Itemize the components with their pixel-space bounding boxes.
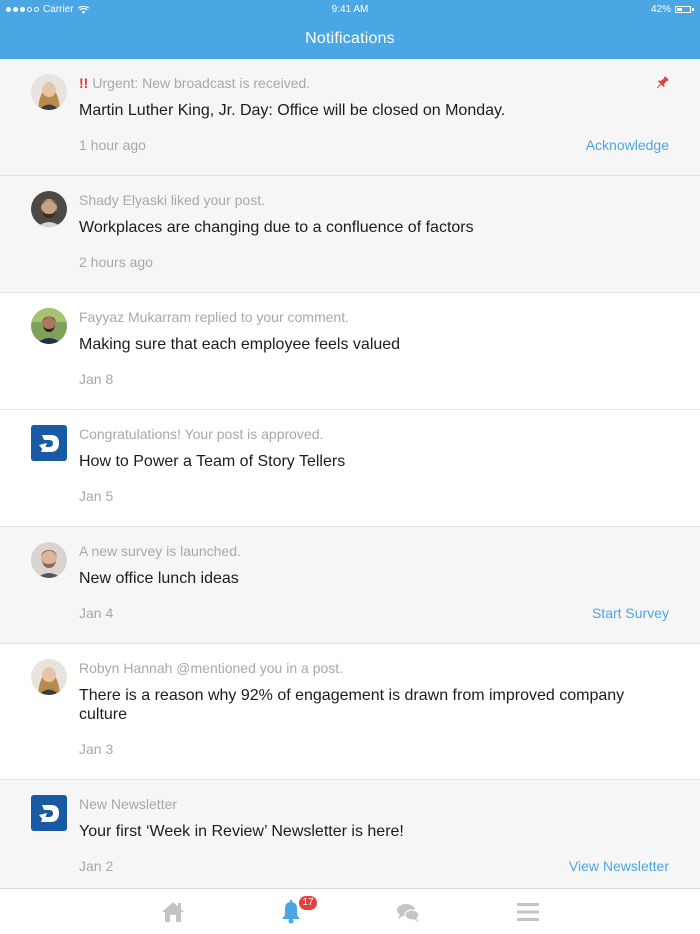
battery-tip <box>692 8 694 11</box>
avatar <box>31 542 67 578</box>
notification-meta: Fayyaz Mukarram replied to your comment. <box>79 309 349 325</box>
avatar <box>31 191 67 227</box>
notification-meta: Congratulations! Your post is approved. <box>79 426 324 442</box>
notification-headline: How to Power a Team of Story Tellers <box>79 453 346 470</box>
app-logo-icon <box>31 795 67 831</box>
acknowledge-button[interactable]: Acknowledge <box>586 137 669 153</box>
chat-icon[interactable] <box>395 899 421 925</box>
page-title: Notifications <box>305 30 395 47</box>
notification-item-like[interactable]: Shady Elyaski liked your post. Workplace… <box>0 176 700 293</box>
meta-text: Urgent: New broadcast is received. <box>92 75 311 91</box>
status-bar: Carrier 9:41 AM 42% <box>0 0 700 18</box>
notification-headline: Your first ‘Week in Review’ Newsletter i… <box>79 823 404 840</box>
avatar <box>31 659 67 695</box>
avatar-woman-icon <box>31 74 67 110</box>
header-bar: Carrier 9:41 AM 42% Notifications <box>0 0 700 59</box>
notification-time: Jan 8 <box>79 371 114 387</box>
avatar <box>31 74 67 110</box>
avatar-woman-icon <box>31 659 67 695</box>
app-logo-icon <box>31 425 67 461</box>
avatar <box>31 795 67 831</box>
menu-icon[interactable] <box>515 899 541 925</box>
notification-headline: There is a reason why 92% of engagement … <box>79 687 625 723</box>
notification-headline: Workplaces are changing due to a conflue… <box>79 219 474 236</box>
notification-headline: Martin Luther King, Jr. Day: Office will… <box>79 102 506 119</box>
avatar <box>31 308 67 344</box>
avatar <box>31 425 67 461</box>
notification-item-approved[interactable]: Congratulations! Your post is approved. … <box>0 410 700 527</box>
tab-bar: 17 <box>0 888 700 934</box>
avatar-man-icon <box>31 191 67 227</box>
notification-list: !! Urgent: New broadcast is received. Mar… <box>0 59 700 891</box>
notification-headline: New office lunch ideas <box>79 570 239 587</box>
avatar-man-smile-icon <box>31 542 67 578</box>
battery-icon <box>675 6 691 13</box>
notification-time: Jan 4 <box>79 605 114 621</box>
notification-meta: !! Urgent: New broadcast is received. <box>79 75 310 91</box>
battery-percent: 42% <box>650 4 671 15</box>
notification-item-newsletter[interactable]: New Newsletter Your first ‘Week in Revie… <box>0 780 700 891</box>
view-newsletter-button[interactable]: View Newsletter <box>569 858 669 874</box>
status-time: 9:41 AM <box>331 4 369 15</box>
notification-time: Jan 3 <box>79 741 114 757</box>
pin-icon[interactable] <box>654 75 670 91</box>
status-right: 42% <box>651 4 694 15</box>
notification-item-survey[interactable]: A new survey is launched. New office lun… <box>0 527 700 644</box>
notification-time: 2 hours ago <box>79 254 153 270</box>
notification-item-reply[interactable]: Fayyaz Mukarram replied to your comment.… <box>0 293 700 410</box>
avatar-man-outdoor-icon <box>31 308 67 344</box>
notification-time: Jan 5 <box>79 488 114 504</box>
notification-time: Jan 2 <box>79 858 114 874</box>
notification-badge: 17 <box>299 896 317 910</box>
notification-headline: Making sure that each employee feels val… <box>79 336 401 353</box>
notification-meta: A new survey is launched. <box>79 543 241 559</box>
notification-time: 1 hour ago <box>79 137 146 153</box>
urgent-marker: !! <box>79 75 89 91</box>
home-icon[interactable] <box>160 899 186 925</box>
start-survey-button[interactable]: Start Survey <box>592 605 669 621</box>
notifications-screen: Carrier 9:41 AM 42% Notifications !! Urg… <box>0 0 700 934</box>
notification-meta: Shady Elyaski liked your post. <box>79 192 265 208</box>
notification-meta: Robyn Hannah @mentioned you in a post. <box>79 660 344 676</box>
notification-item-urgent[interactable]: !! Urgent: New broadcast is received. Mar… <box>0 59 700 176</box>
notification-meta: New Newsletter <box>79 796 178 812</box>
notification-item-mention[interactable]: Robyn Hannah @mentioned you in a post. T… <box>0 644 700 780</box>
